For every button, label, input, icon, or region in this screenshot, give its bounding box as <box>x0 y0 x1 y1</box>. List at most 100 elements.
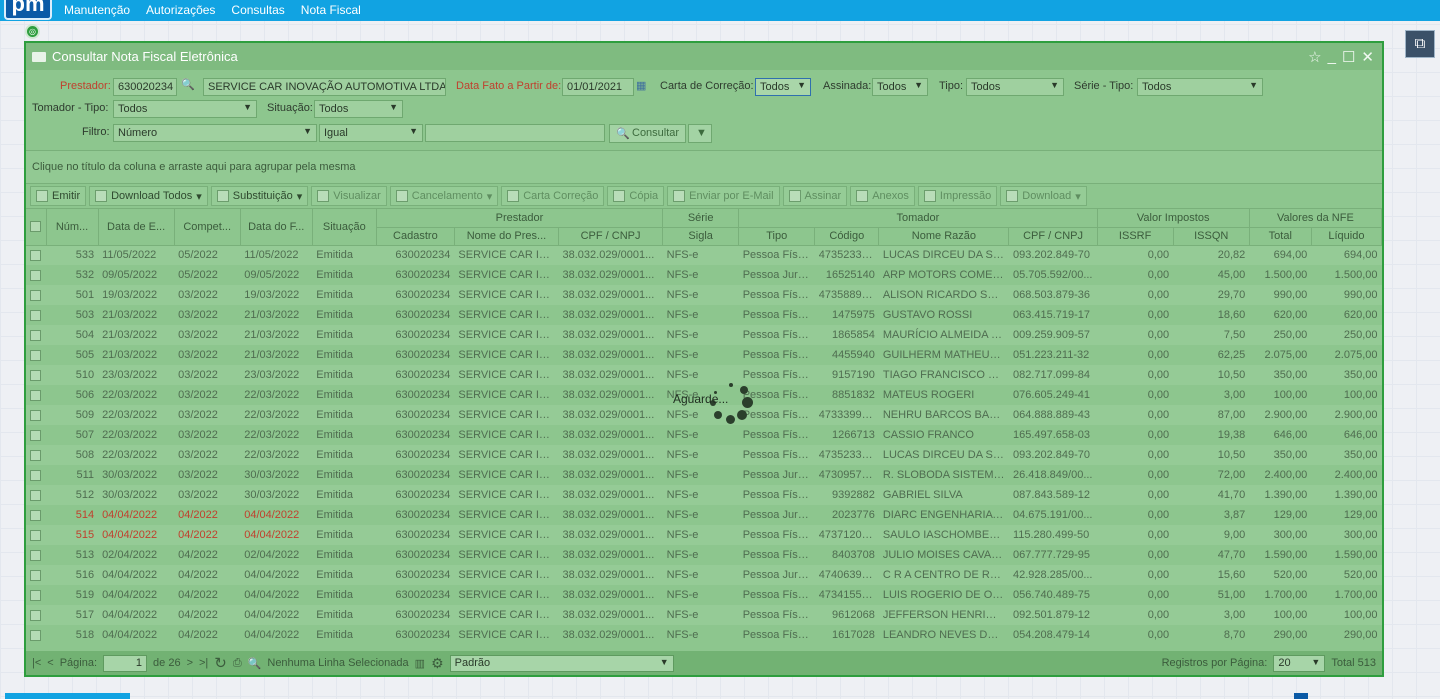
table-row[interactable]: 515 04/04/2022 04/2022 04/04/2022 Emitida 630… <box>26 525 1382 545</box>
row-checkbox[interactable] <box>30 549 41 561</box>
table-row[interactable]: 514 04/04/2022 04/2022 04/04/2022 Emitida 630… <box>26 505 1382 525</box>
row-select-cell[interactable] <box>26 425 47 445</box>
row-select-cell[interactable] <box>26 385 47 405</box>
row-checkbox[interactable] <box>30 309 41 321</box>
row-select-cell[interactable] <box>26 585 47 605</box>
toolbar-button-0[interactable]: Emitir <box>30 186 87 206</box>
row-select-cell[interactable] <box>26 285 47 305</box>
menu-consultas[interactable]: Consultas <box>223 0 292 21</box>
row-checkbox[interactable] <box>30 449 41 461</box>
consultar-button[interactable]: 🔍 Consultar <box>609 124 686 143</box>
tomador-tipo-select[interactable]: Todos ▼ <box>113 100 257 118</box>
toolbar-button-2[interactable]: Substituição ▾ <box>210 186 309 206</box>
select-all-header[interactable] <box>26 209 47 246</box>
table-row[interactable]: 532 09/05/2022 05/2022 09/05/2022 Emitida 630… <box>26 265 1382 285</box>
print-icon[interactable]: ⎙ <box>233 657 242 670</box>
toolbar-button-4[interactable]: Cancelamento ▾ <box>389 186 499 206</box>
consultar-dropdown-button[interactable]: ▼ <box>688 124 712 143</box>
row-checkbox[interactable] <box>30 489 41 501</box>
table-row[interactable]: 511 30/03/2022 03/2022 30/03/2022 Emitida 630… <box>26 465 1382 485</box>
table-row[interactable]: 518 04/04/2022 04/2022 04/04/2022 Emitida 630… <box>26 625 1382 645</box>
row-checkbox[interactable] <box>30 369 41 381</box>
gear-icon[interactable]: ⚙ <box>431 655 444 672</box>
table-row[interactable]: 513 02/04/2022 04/2022 02/04/2022 Emitida 630… <box>26 545 1382 565</box>
table-row[interactable]: 519 04/04/2022 04/2022 04/04/2022 Emitida 630… <box>26 585 1382 605</box>
row-select-cell[interactable] <box>26 545 47 565</box>
row-select-cell[interactable] <box>26 325 47 345</box>
tipo-select[interactable]: Todos ▼ <box>966 78 1064 96</box>
row-checkbox[interactable] <box>30 589 41 601</box>
table-row[interactable]: 501 19/03/2022 03/2022 19/03/2022 Emitida 630… <box>26 285 1382 305</box>
col-data-fato[interactable]: Data do F... <box>240 209 313 246</box>
row-select-cell[interactable] <box>26 565 47 585</box>
carta-correcao-select[interactable]: Todos ▼ <box>755 78 811 96</box>
table-row[interactable]: 510 23/03/2022 03/2022 23/03/2022 Emitida 630… <box>26 365 1382 385</box>
last-page-icon[interactable]: >| <box>199 657 208 669</box>
menu-manutencao[interactable]: Manutenção <box>56 0 138 21</box>
toolbar-button-9[interactable]: Anexos <box>850 186 915 206</box>
toolbar-button-8[interactable]: Assinar <box>782 186 848 206</box>
page-input[interactable]: 1 <box>103 654 148 672</box>
toolbar-button-7[interactable]: Enviar por E-Mail <box>667 186 780 206</box>
col-tipo[interactable]: Tipo <box>738 227 816 246</box>
row-checkbox[interactable] <box>30 429 41 441</box>
row-checkbox[interactable] <box>30 269 41 281</box>
row-select-cell[interactable] <box>26 465 47 485</box>
toolbar-button-3[interactable]: Visualizar <box>311 186 387 206</box>
row-checkbox[interactable] <box>30 529 41 541</box>
per-page-select[interactable]: 20 ▼ <box>1273 654 1326 672</box>
group-by-area[interactable]: Clique no título da coluna e arraste aqu… <box>26 150 1382 184</box>
toolbar-button-11[interactable]: Download ▾ <box>1000 186 1087 206</box>
row-select-cell[interactable] <box>26 625 47 645</box>
row-select-cell[interactable] <box>26 605 47 625</box>
row-checkbox[interactable] <box>30 629 41 641</box>
row-select-cell[interactable] <box>26 505 47 525</box>
col-competencia[interactable]: Compet... <box>174 209 241 246</box>
table-row[interactable]: 516 04/04/2022 04/2022 04/04/2022 Emitida 630… <box>26 565 1382 585</box>
favorite-star-icon[interactable]: ☆ <box>1308 48 1321 66</box>
toolbar-button-6[interactable]: Cópia <box>607 186 665 206</box>
row-select-cell[interactable] <box>26 245 47 265</box>
toolbar-button-1[interactable]: Download Todos ▾ <box>89 186 208 206</box>
row-select-cell[interactable] <box>26 265 47 285</box>
col-cadastro[interactable]: Cadastro <box>376 227 455 246</box>
row-select-cell[interactable] <box>26 405 47 425</box>
row-checkbox[interactable] <box>30 249 41 261</box>
col-data-emissao[interactable]: Data de E... <box>98 209 175 246</box>
row-checkbox[interactable] <box>30 609 41 621</box>
toolbar-button-10[interactable]: Impressão <box>917 186 998 206</box>
col-sigla[interactable]: Sigla <box>662 227 740 246</box>
menu-autorizacoes[interactable]: Autorizações <box>138 0 223 21</box>
panel-toggle-button[interactable]: ⧉ <box>1405 30 1435 58</box>
table-row[interactable]: 504 21/03/2022 03/2022 21/03/2022 Emitida 630… <box>26 325 1382 345</box>
col-issrf[interactable]: ISSRF <box>1097 227 1174 246</box>
select-all-checkbox[interactable] <box>30 221 42 233</box>
row-select-cell[interactable] <box>26 345 47 365</box>
assinada-select[interactable]: Todos ▼ <box>872 78 928 96</box>
row-checkbox[interactable] <box>30 349 41 361</box>
row-select-cell[interactable] <box>26 305 47 325</box>
row-select-cell[interactable] <box>26 525 47 545</box>
data-fato-field[interactable]: 01/01/2021 <box>562 78 634 96</box>
first-page-icon[interactable]: |< <box>32 657 41 669</box>
calendar-icon[interactable]: ▦ <box>636 79 646 92</box>
situacao-select[interactable]: Todos ▼ <box>314 100 403 118</box>
refresh-icon[interactable]: ↻ <box>214 654 227 672</box>
col-nome-prestador[interactable]: Nome do Pres... <box>454 227 560 246</box>
col-numero[interactable]: Núm... <box>46 209 99 246</box>
row-checkbox[interactable] <box>30 569 41 581</box>
col-situacao[interactable]: Situação <box>312 209 377 246</box>
table-row[interactable]: 517 04/04/2022 04/2022 04/04/2022 Emitida 630… <box>26 605 1382 625</box>
window-titlebar[interactable]: Consultar Nota Fiscal Eletrônica ☆ _ ☐ ✕ <box>26 43 1382 70</box>
app-logo[interactable]: pm <box>4 0 52 20</box>
filtro-operator-select[interactable]: Igual ▼ <box>319 124 423 142</box>
row-checkbox[interactable] <box>30 469 41 481</box>
row-checkbox[interactable] <box>30 409 41 421</box>
row-checkbox[interactable] <box>30 289 41 301</box>
toolbar-button-5[interactable]: Carta Correção <box>501 186 605 206</box>
filtro-field-select[interactable]: Número ▼ <box>113 124 317 142</box>
col-issqn[interactable]: ISSQN <box>1173 227 1250 246</box>
table-row[interactable]: 512 30/03/2022 03/2022 30/03/2022 Emitida 630… <box>26 485 1382 505</box>
row-select-cell[interactable] <box>26 365 47 385</box>
taskbar-tab[interactable] <box>5 693 130 699</box>
